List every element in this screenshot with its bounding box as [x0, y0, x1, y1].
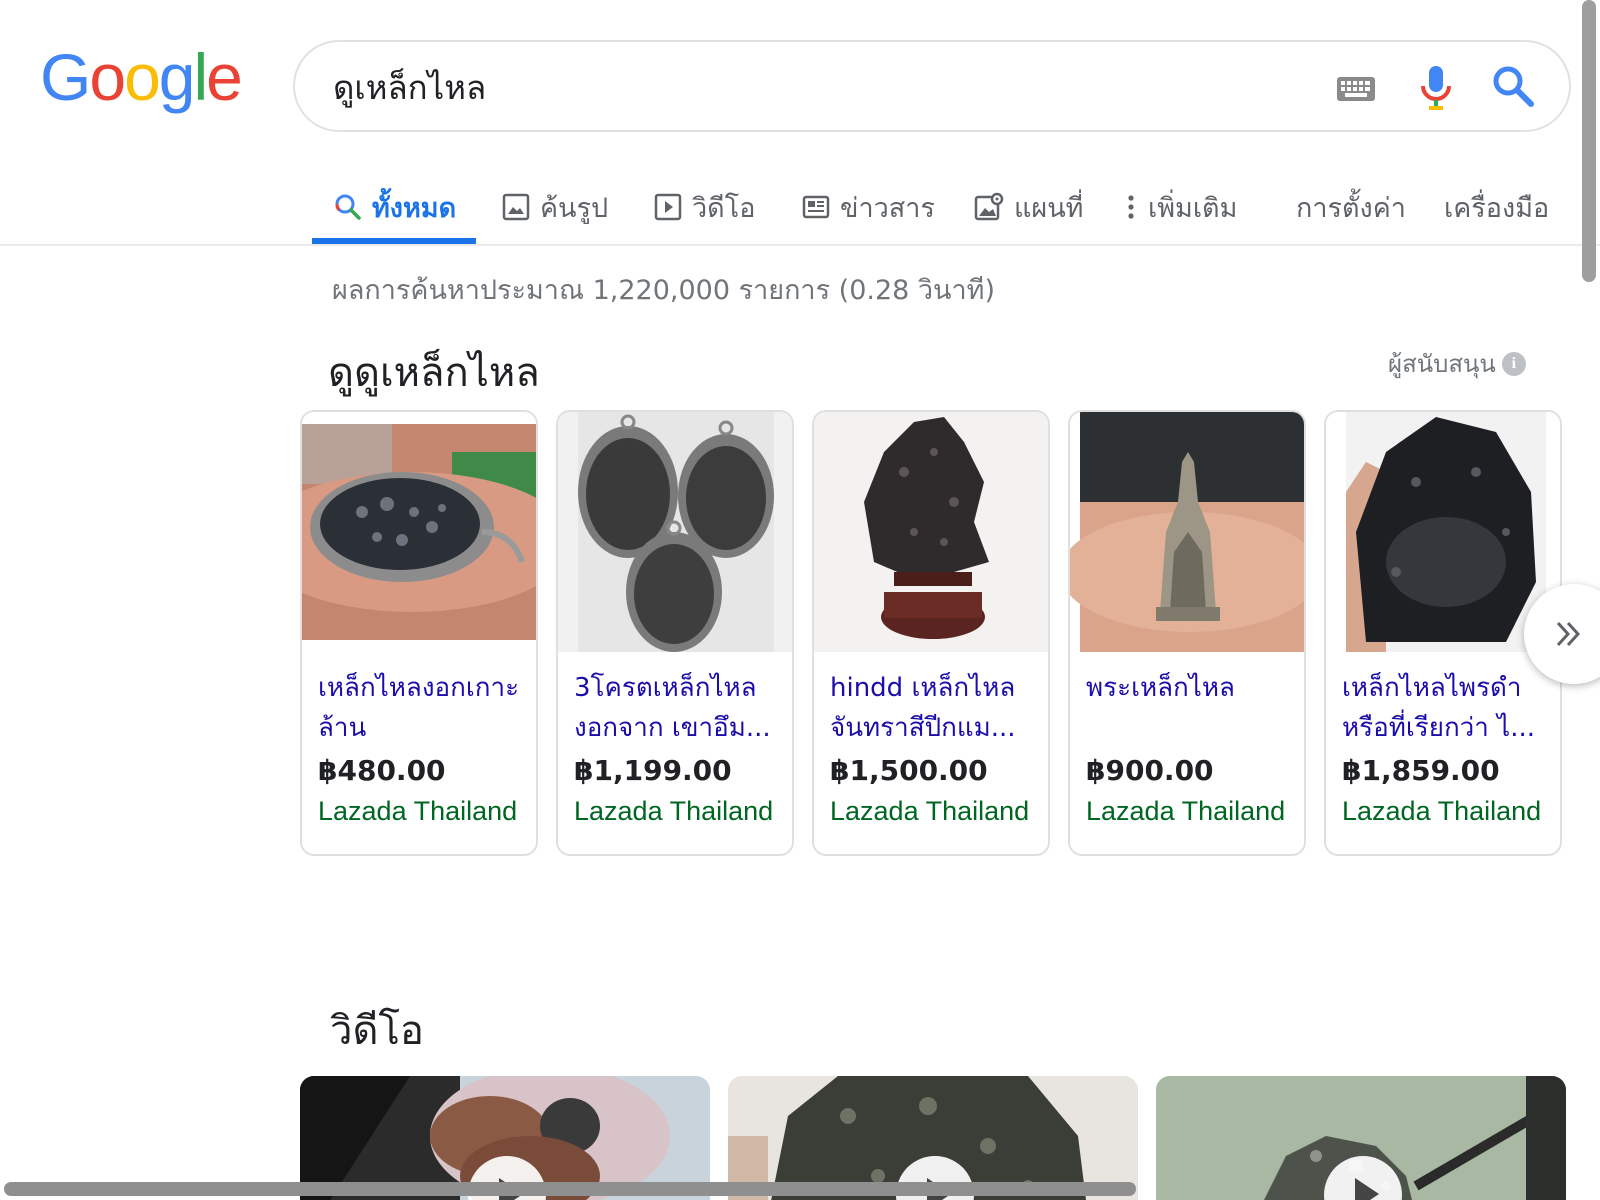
more-vert-icon — [1128, 195, 1134, 219]
video-icon — [654, 193, 682, 221]
video-thumbnail[interactable] — [1156, 1076, 1566, 1200]
sponsored-text: ผู้สนับสนุน — [1388, 350, 1496, 378]
logo-letter: G — [40, 40, 91, 114]
news-icon — [802, 195, 830, 219]
product-title[interactable]: hindd เหล็กไหล จันทราสีปีกแม... — [830, 668, 1040, 750]
product-merchant: Lazada Thailand — [1342, 796, 1542, 826]
product-image[interactable] — [558, 412, 792, 652]
product-price: ฿1,199.00 — [574, 754, 732, 787]
chevron-double-right-icon — [1556, 621, 1581, 647]
product-price: ฿1,500.00 — [830, 754, 988, 787]
product-merchant: Lazada Thailand — [1086, 796, 1286, 826]
shopping-heading: ดูดูเหล็กไหล — [328, 350, 540, 396]
tab-label: ค้นรูป — [540, 192, 609, 224]
product-image[interactable] — [1326, 412, 1560, 652]
logo-letter: o — [89, 40, 126, 114]
product-card[interactable]: 3โครตเหล็กไหล งอกจาก เขาอึม... ฿1,199.00… — [556, 410, 794, 856]
tab-tools[interactable]: เครื่องมือ — [1444, 178, 1549, 236]
product-card[interactable]: เหล็กไหลงอกเกาะล้าน ฿480.00 Lazada Thail… — [300, 410, 538, 856]
product-image[interactable] — [814, 412, 1048, 652]
tab-settings[interactable]: การตั้งค่า — [1296, 178, 1406, 236]
image-icon — [502, 193, 530, 221]
tab-label: วิดีโอ — [692, 192, 756, 224]
tab-more[interactable]: เพิ่มเติม — [1124, 178, 1237, 236]
shopping-carousel: เหล็กไหลงอกเกาะล้าน ฿480.00 Lazada Thail… — [300, 410, 1600, 856]
tab-maps[interactable]: แผนที่ — [974, 178, 1083, 236]
product-title[interactable]: เหล็กไหลไพรดำ หรือที่เรียกว่า ไ... — [1342, 668, 1552, 750]
tab-label: การตั้งค่า — [1296, 192, 1406, 224]
map-icon — [974, 192, 1004, 221]
keyboard-icon[interactable] — [1336, 76, 1376, 107]
logo-letter: e — [206, 40, 243, 114]
search-icon — [335, 194, 361, 220]
tab-label: เครื่องมือ — [1444, 192, 1550, 224]
logo-letter: l — [193, 40, 209, 114]
result-stats: ผลการค้นหาประมาณ 1,220,000 รายการ (0.28 … — [332, 275, 996, 306]
tab-videos[interactable]: วิดีโอ — [654, 178, 755, 236]
tab-all[interactable]: ทั้งหมด — [334, 178, 456, 236]
sponsored-label[interactable]: ผู้สนับสนุน i — [1388, 344, 1526, 383]
videos-heading: วิดีโอ — [330, 1008, 424, 1054]
product-image[interactable] — [1070, 412, 1304, 652]
search-tabs: ทั้งหมด ค้นรูป วิดีโอ ข่าวสาร แผนที่ เพิ… — [0, 168, 1600, 246]
product-card[interactable]: พระเหล็กไหล ฿900.00 Lazada Thailand — [1068, 410, 1306, 856]
google-logo[interactable]: Google — [40, 40, 243, 114]
product-image[interactable] — [302, 412, 536, 652]
search-box — [293, 40, 1571, 132]
product-card[interactable]: hindd เหล็กไหล จันทราสีปีกแม... ฿1,500.0… — [812, 410, 1050, 856]
info-icon[interactable]: i — [1501, 351, 1526, 376]
tab-news[interactable]: ข่าวสาร — [802, 178, 935, 236]
vertical-scrollbar[interactable] — [1582, 0, 1596, 282]
search-input[interactable] — [333, 60, 1253, 114]
tab-images[interactable]: ค้นรูป — [502, 178, 608, 236]
product-title[interactable]: เหล็กไหลงอกเกาะล้าน — [318, 668, 528, 750]
tab-label: เพิ่มเติม — [1148, 192, 1238, 224]
product-price: ฿1,859.00 — [1342, 754, 1500, 787]
microphone-icon[interactable] — [1419, 64, 1453, 117]
tab-label: ทั้งหมด — [372, 192, 457, 224]
product-price: ฿480.00 — [318, 754, 446, 787]
product-merchant: Lazada Thailand — [574, 796, 774, 826]
search-icon[interactable] — [1491, 64, 1535, 113]
product-merchant: Lazada Thailand — [318, 796, 518, 826]
tab-label: แผนที่ — [1014, 192, 1084, 224]
product-merchant: Lazada Thailand — [830, 796, 1030, 826]
logo-letter: g — [158, 40, 196, 114]
horizontal-scrollbar[interactable] — [4, 1182, 1136, 1196]
logo-letter: o — [124, 40, 161, 114]
product-title[interactable]: พระเหล็กไหล — [1086, 668, 1296, 750]
tab-label: ข่าวสาร — [840, 192, 935, 224]
search-results-page: Google ดูเหล็กไหล ทั้งหมด ค้นรูป วิดีโอ … — [0, 0, 1600, 1200]
product-title[interactable]: 3โครตเหล็กไหล งอกจาก เขาอึม... — [574, 668, 784, 750]
product-price: ฿900.00 — [1086, 754, 1214, 787]
tabs-divider — [0, 244, 1600, 246]
